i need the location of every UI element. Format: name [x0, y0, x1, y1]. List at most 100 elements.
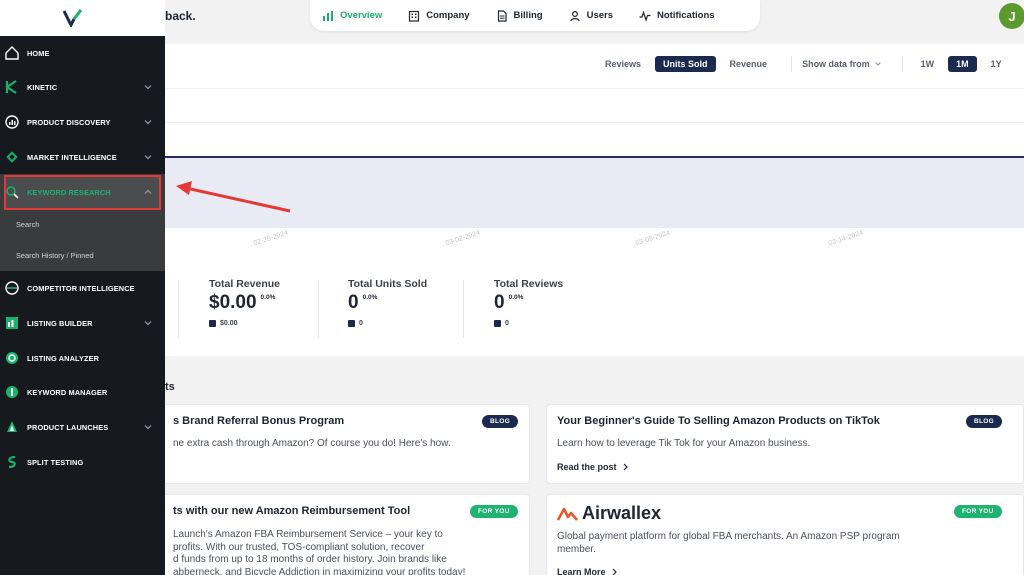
card-description: ne extra cash through Amazon? Of course …	[173, 438, 451, 449]
description-line: member.	[557, 543, 596, 555]
keyword-search-icon	[3, 183, 21, 201]
tab-revenue[interactable]: Revenue	[722, 56, 776, 72]
sidebar-item-label: SPLIT TESTING	[27, 457, 84, 467]
sidebar-item-market-intelligence[interactable]: MARKET INTELLIGENCE	[0, 142, 165, 172]
range-1y[interactable]: 1Y	[983, 56, 1010, 72]
competitor-icon	[3, 279, 21, 297]
sidebar-item-label: MARKET INTELLIGENCE	[27, 152, 117, 162]
airwallex-logo: Airwallex	[557, 503, 661, 524]
tab-reviews[interactable]: Reviews	[597, 56, 649, 72]
sidebar: HOME KINETIC PRODUCT DISCOVERY MARKET IN…	[0, 0, 165, 575]
nav-company[interactable]: Company	[408, 10, 470, 22]
listing-builder-icon	[3, 314, 21, 332]
date-range-label: Show data from	[802, 59, 870, 69]
tab-units-sold[interactable]: Units Sold	[655, 56, 716, 72]
blog-badge: BLOG	[966, 415, 1002, 428]
stat-value: 0	[494, 292, 505, 313]
card-title: Your Beginner's Guide To Selling Amazon …	[557, 415, 880, 427]
sidebar-item-product-launches[interactable]: PRODUCT LAUNCHES	[0, 412, 165, 442]
x-tick-label: 03-14-2024	[827, 229, 865, 248]
airwallex-mark-icon	[557, 507, 578, 521]
sidebar-item-kinetic[interactable]: KINETIC	[0, 72, 165, 102]
stat-legend: $0.00	[209, 320, 280, 327]
article-card[interactable]: Airwallex Global payment platform for gl…	[546, 494, 1024, 575]
toolbar-divider	[791, 56, 793, 72]
chevron-down-icon	[144, 425, 152, 430]
submenu-item-search-history[interactable]: Search History / Pinned	[16, 251, 94, 260]
stat-divider	[178, 280, 179, 338]
sidebar-item-split-testing[interactable]: SPLIT TESTING	[0, 447, 165, 477]
section-heading: ts	[165, 381, 175, 393]
nav-users[interactable]: Users	[569, 10, 613, 22]
stat-title: Total Units Sold	[348, 278, 428, 290]
bar-chart-icon	[323, 10, 333, 21]
read-the-post-link[interactable]: Read the post	[557, 462, 629, 472]
chevron-down-icon	[144, 85, 152, 90]
home-icon	[3, 44, 21, 62]
document-icon	[497, 9, 507, 22]
stat-title: Total Revenue	[209, 278, 280, 290]
sidebar-item-home[interactable]: HOME	[0, 38, 165, 68]
legend-swatch	[348, 320, 355, 327]
sidebar-item-label: COMPETITOR INTELLIGENCE	[27, 283, 135, 293]
avatar[interactable]: J	[999, 3, 1024, 29]
card-description: Launch's Amazon FBA Reimbursement Servic…	[173, 529, 465, 575]
brand-logo-icon	[62, 9, 82, 27]
nav-notifications-label: Notifications	[657, 10, 715, 21]
stat-percent: 0.0%	[508, 294, 524, 301]
sidebar-item-competitor-intelligence[interactable]: COMPETITOR INTELLIGENCE	[0, 273, 165, 303]
stat-title: Total Reviews	[494, 278, 564, 290]
nav-billing[interactable]: Billing	[496, 9, 543, 22]
nav-overview[interactable]: Overview	[322, 10, 382, 22]
logo[interactable]	[0, 0, 165, 36]
sidebar-item-listing-builder[interactable]: LISTING BUILDER	[0, 308, 165, 338]
article-card[interactable]: Your Beginner's Guide To Selling Amazon …	[546, 404, 1024, 484]
nav-company-label: Company	[426, 10, 470, 21]
nav-notifications[interactable]: Notifications	[639, 10, 715, 22]
card-title: s Brand Referral Bonus Program	[173, 415, 345, 427]
stat-legend: 0	[494, 320, 563, 327]
chevron-down-icon	[144, 120, 152, 125]
article-card[interactable]: s Brand Referral Bonus Program ne extra …	[150, 404, 530, 484]
sidebar-item-label: KEYWORD RESEARCH	[27, 187, 111, 197]
stat-divider	[318, 280, 319, 338]
sidebar-item-keyword-research[interactable]: KEYWORD RESEARCH	[0, 177, 165, 207]
legend-swatch	[209, 320, 216, 327]
date-range-dropdown[interactable]: Show data from	[802, 59, 882, 69]
nav-users-label: Users	[586, 10, 613, 21]
link-label: Learn More	[557, 567, 606, 575]
blog-badge: BLOG	[482, 415, 518, 428]
sidebar-item-label: LISTING BUILDER	[27, 318, 93, 328]
learn-more-link[interactable]: Learn More	[557, 567, 618, 575]
card-title: ts with our new Amazon Reimbursement Too…	[173, 505, 411, 517]
sidebar-item-label: KINETIC	[27, 82, 58, 92]
article-card[interactable]: ts with our new Amazon Reimbursement Too…	[150, 494, 530, 575]
stat-divider	[463, 280, 464, 338]
chevron-right-icon	[612, 568, 617, 575]
sidebar-item-product-discovery[interactable]: PRODUCT DISCOVERY	[0, 107, 165, 137]
stat-total-revenue: Total Revenue $0.00 0.0% $0.00	[209, 278, 280, 327]
stat-percent: 0.0%	[260, 294, 276, 301]
sidebar-item-label: PRODUCT DISCOVERY	[27, 117, 111, 127]
toolbar-divider-2	[901, 56, 903, 72]
x-tick-label: 02-25-2024	[252, 229, 290, 248]
sidebar-item-label: LISTING ANALYZER	[27, 353, 100, 363]
nav-billing-label: Billing	[513, 10, 543, 21]
description-line: Global payment platform for global FBA m…	[557, 531, 900, 542]
chevron-right-icon	[623, 463, 628, 471]
stat-value: $0.00	[209, 292, 257, 313]
for-you-badge: FOR YOU	[470, 505, 518, 518]
welcome-text: back.	[165, 9, 196, 23]
range-1m[interactable]: 1M	[948, 56, 977, 72]
sidebar-item-listing-analyzer[interactable]: LISTING ANALYZER	[0, 343, 165, 373]
user-icon	[569, 10, 580, 21]
for-you-badge: FOR YOU	[954, 505, 1002, 518]
sidebar-item-keyword-manager[interactable]: KEYWORD MANAGER	[0, 377, 165, 407]
sidebar-item-label: KEYWORD MANAGER	[27, 387, 108, 397]
market-icon	[3, 148, 21, 166]
keyword-manager-icon	[3, 383, 21, 401]
submenu-item-search[interactable]: Search	[16, 220, 39, 229]
range-1w[interactable]: 1W	[913, 56, 943, 72]
launch-icon	[3, 418, 21, 436]
sidebar-item-label: PRODUCT LAUNCHES	[27, 422, 109, 432]
